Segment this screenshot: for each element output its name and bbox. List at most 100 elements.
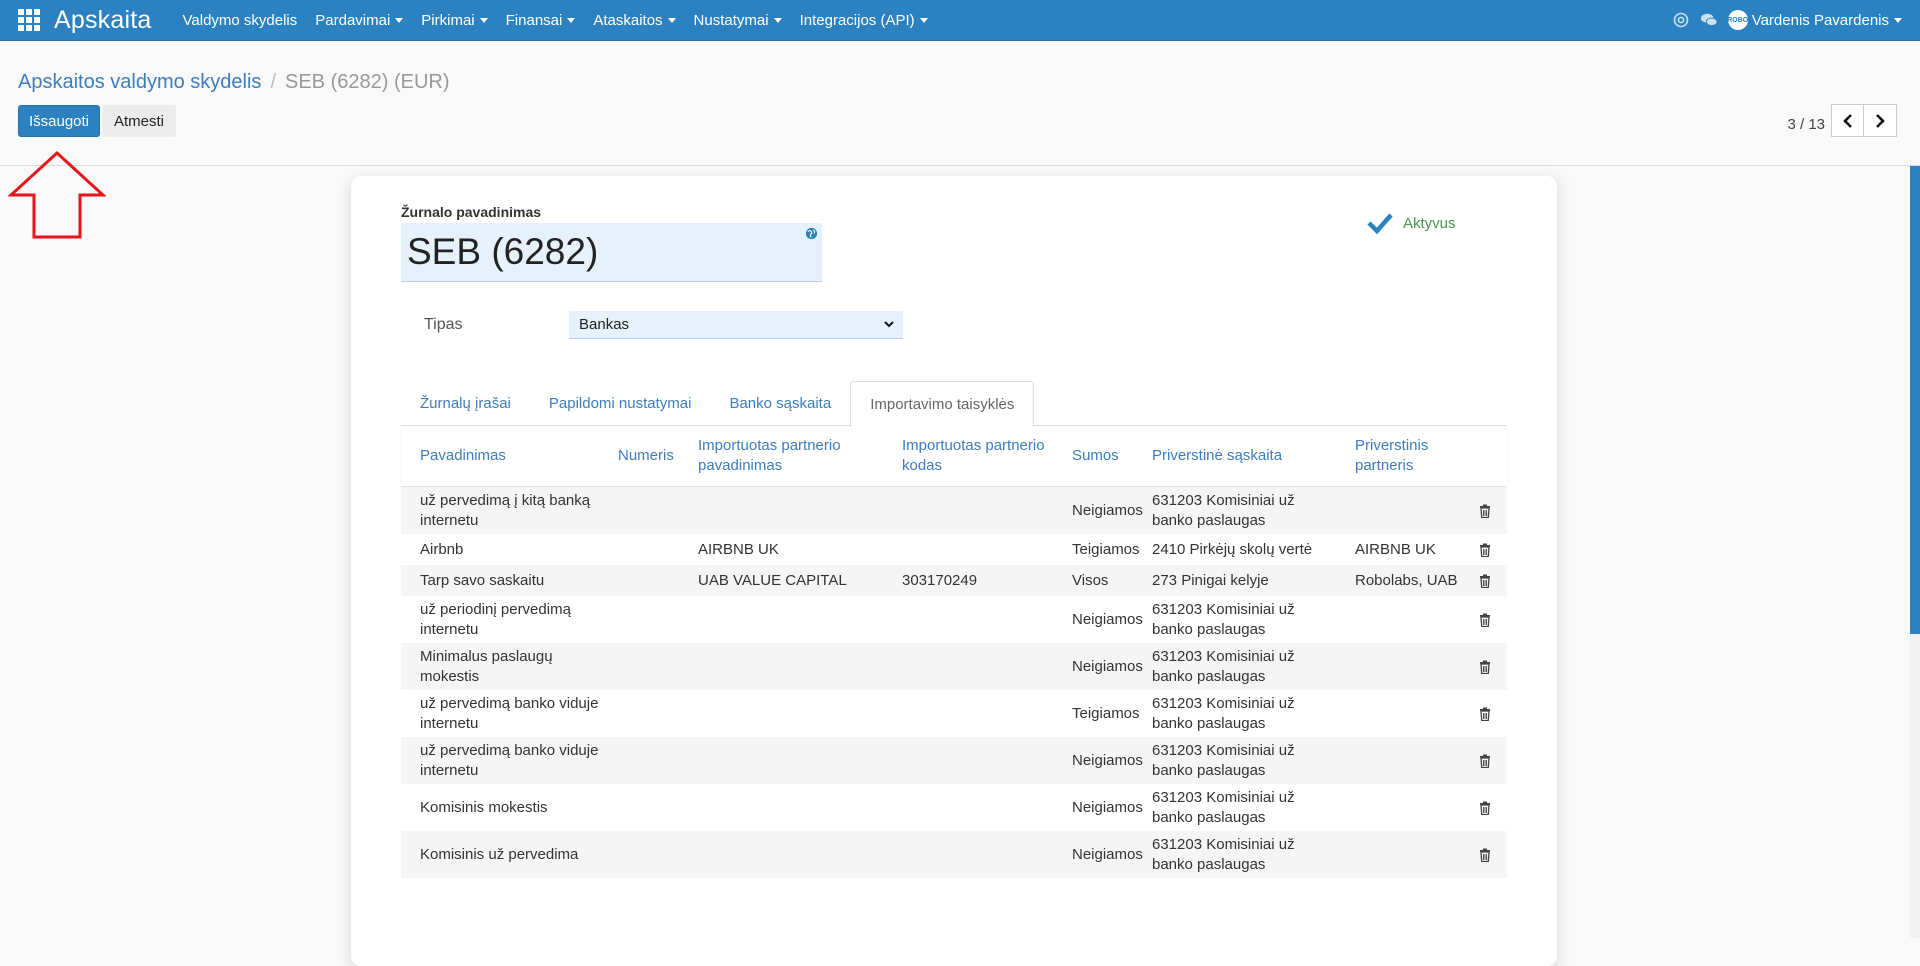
pager-previous-button[interactable] bbox=[1831, 104, 1864, 137]
menu-item-3[interactable]: Finansai bbox=[497, 12, 585, 29]
cell-account: 631203 Komisiniai už banko paslaugas bbox=[1152, 741, 1295, 779]
menu-item-label: Pirkimai bbox=[421, 11, 475, 29]
table-header: Pavadinimas Numeris Importuotas partnerio … bbox=[401, 426, 1507, 487]
cell-sums: Visos bbox=[1072, 571, 1109, 589]
chevron-down-icon bbox=[395, 17, 404, 23]
table-row[interactable]: už pervedimą banko viduje internetu Teigi… bbox=[401, 690, 1507, 737]
import-rules-table: Pavadinimas Numeris Importuotas partnerio … bbox=[401, 426, 1507, 878]
help-icon[interactable] bbox=[1672, 11, 1690, 29]
menu-item-1[interactable]: Pardavimai bbox=[306, 12, 412, 29]
main-menu: Valdymo skydelis Pardavimai Pirkimai Finans… bbox=[174, 0, 937, 40]
cell-account: 631203 Komisiniai už banko paslaugas bbox=[1152, 647, 1295, 685]
table-row[interactable]: už periodinį pervedimą internetu Neigiamo… bbox=[401, 596, 1507, 643]
chevron-down-icon bbox=[479, 17, 488, 23]
chevron-down-icon bbox=[884, 321, 894, 328]
cell-account: 631203 Komisiniai už banko paslaugas bbox=[1152, 491, 1295, 529]
cell-account: 631203 Komisiniai už banko paslaugas bbox=[1152, 600, 1295, 638]
trash-icon[interactable] bbox=[1463, 543, 1507, 557]
cell-name: Tarp savo saskaitu bbox=[420, 571, 545, 589]
column-header[interactable]: Priverstinė sąskaita bbox=[1133, 446, 1336, 466]
menu-item-label: Nustatymai bbox=[693, 11, 769, 29]
save-button[interactable]: Išsaugoti bbox=[18, 105, 100, 137]
type-select-value: Bankas bbox=[579, 316, 630, 333]
trash-icon[interactable] bbox=[1463, 848, 1507, 862]
cell-sums: Neigiamos bbox=[1072, 657, 1143, 675]
apps-grid-icon[interactable] bbox=[18, 9, 40, 31]
tab-2[interactable]: Banko sąskaita bbox=[710, 381, 850, 426]
globe-icon[interactable] bbox=[805, 227, 818, 240]
chevron-down-icon bbox=[919, 17, 928, 23]
column-header[interactable]: Sumos bbox=[1053, 446, 1133, 466]
scrollbar-thumb[interactable] bbox=[1910, 166, 1920, 634]
cell-account: 2410 Pirkėjų skolų vertė bbox=[1152, 540, 1313, 558]
control-panel: Apskaitos valdymo skydelis / SEB (6282) (E… bbox=[0, 41, 1920, 166]
app-brand[interactable]: Apskaita bbox=[54, 6, 152, 35]
form-sheet: Žurnalo pavadinimas SEB (6282) Aktyvus T… bbox=[351, 176, 1557, 966]
chevron-left-icon bbox=[1842, 113, 1852, 128]
red-arrow-up-icon bbox=[8, 150, 106, 239]
menu-item-6[interactable]: Integracijos (API) bbox=[791, 12, 937, 29]
tab-0[interactable]: Žurnalų įrašai bbox=[401, 381, 530, 426]
cell-name: Airbnb bbox=[420, 540, 464, 558]
cell-sums: Neigiamos bbox=[1072, 501, 1143, 519]
breadcrumb-parent-link[interactable]: Apskaitos valdymo skydelis bbox=[18, 71, 261, 93]
cell-name: Komisinis mokestis bbox=[420, 798, 548, 816]
active-toggle-button[interactable]: Aktyvus bbox=[1367, 212, 1456, 234]
cell-partner-name: AIRBNB UK bbox=[698, 540, 779, 558]
cell-account: 631203 Komisiniai už banko paslaugas bbox=[1152, 788, 1295, 826]
top-navbar: Apskaita Valdymo skydelis Pardavimai Pirki… bbox=[0, 0, 1920, 41]
menu-item-label: Integracijos (API) bbox=[799, 11, 915, 29]
menu-item-2[interactable]: Pirkimai bbox=[412, 12, 496, 29]
cell-name: už pervedimą banko viduje internetu bbox=[420, 741, 599, 779]
table-row[interactable]: Airbnb AIRBNB UK Teigiamos 2410 Pirkėjų sko… bbox=[401, 534, 1507, 565]
cell-account: 631203 Komisiniai už banko paslaugas bbox=[1152, 694, 1295, 732]
cell-name: Minimalus paslaugų mokestis bbox=[420, 647, 553, 685]
menu-item-label: Valdymo skydelis bbox=[182, 11, 298, 29]
type-select[interactable]: Bankas bbox=[569, 311, 903, 339]
cell-account: 631203 Komisiniai už banko paslaugas bbox=[1152, 835, 1295, 873]
cell-account: 273 Pinigai kelyje bbox=[1152, 571, 1269, 589]
table-row[interactable]: už pervedimą banko viduje internetu Neigi… bbox=[401, 737, 1507, 784]
table-row[interactable]: Komisinis mokestis Neigiamos 631203 Komisi… bbox=[401, 784, 1507, 831]
cell-partner: AIRBNB UK bbox=[1355, 540, 1436, 558]
table-row[interactable]: Komisinis už pervedima Neigiamos 631203 Ko… bbox=[401, 831, 1507, 878]
column-header[interactable]: Priverstinis partneris bbox=[1336, 436, 1463, 476]
record-pager: 3 / 13 bbox=[1787, 104, 1897, 137]
trash-icon[interactable] bbox=[1463, 504, 1507, 518]
journal-name-label: Žurnalo pavadinimas bbox=[401, 204, 542, 220]
trash-icon[interactable] bbox=[1463, 801, 1507, 815]
column-header[interactable]: Numeris bbox=[599, 446, 679, 466]
cell-name: už pervedimą banko viduje internetu bbox=[420, 694, 599, 732]
journal-name-field[interactable]: SEB (6282) bbox=[401, 223, 822, 282]
menu-item-0[interactable]: Valdymo skydelis bbox=[174, 12, 307, 29]
journal-name-value: SEB (6282) bbox=[407, 231, 599, 272]
trash-icon[interactable] bbox=[1463, 660, 1507, 674]
discard-button[interactable]: Atmesti bbox=[102, 105, 176, 137]
menu-item-label: Finansai bbox=[505, 11, 563, 29]
menu-item-5[interactable]: Nustatymai bbox=[685, 12, 791, 29]
notebook-tabs: Žurnalų įrašai Papildomi nustatymai Banko … bbox=[401, 381, 1507, 427]
chevron-down-icon bbox=[667, 17, 676, 23]
menu-item-4[interactable]: Ataskaitos bbox=[584, 12, 684, 29]
column-header[interactable]: Importuotas partnerio pavadinimas bbox=[679, 436, 883, 476]
trash-icon[interactable] bbox=[1463, 707, 1507, 721]
avatar: ROBO bbox=[1727, 10, 1748, 30]
table-row[interactable]: Minimalus paslaugų mokestis Neigiamos 6312… bbox=[401, 643, 1507, 690]
chat-icon[interactable] bbox=[1700, 11, 1718, 29]
table-row[interactable]: Tarp savo saskaitu UAB VALUE CAPITAL 30317… bbox=[401, 565, 1507, 596]
tab-3[interactable]: Importavimo taisyklės bbox=[850, 381, 1035, 427]
cell-partner: Robolabs, UAB bbox=[1355, 571, 1458, 589]
tab-1[interactable]: Papildomi nustatymai bbox=[530, 381, 711, 426]
trash-icon[interactable] bbox=[1463, 574, 1507, 588]
trash-icon[interactable] bbox=[1463, 754, 1507, 768]
table-row[interactable]: už pervedimą į kitą banką internetu Neigi… bbox=[401, 487, 1507, 534]
pager-value: 3 / 13 bbox=[1787, 116, 1825, 133]
column-header[interactable]: Pavadinimas bbox=[401, 446, 599, 466]
trash-icon[interactable] bbox=[1463, 613, 1507, 627]
pager-next-button[interactable] bbox=[1864, 104, 1897, 137]
user-menu[interactable]: ROBO Vardenis Pavardenis bbox=[1727, 10, 1902, 30]
menu-item-label: Pardavimai bbox=[315, 11, 391, 29]
user-name: Vardenis Pavardenis bbox=[1751, 11, 1889, 29]
column-header[interactable]: Importuotas partnerio kodas bbox=[883, 436, 1053, 476]
chevron-down-icon bbox=[1894, 17, 1902, 23]
